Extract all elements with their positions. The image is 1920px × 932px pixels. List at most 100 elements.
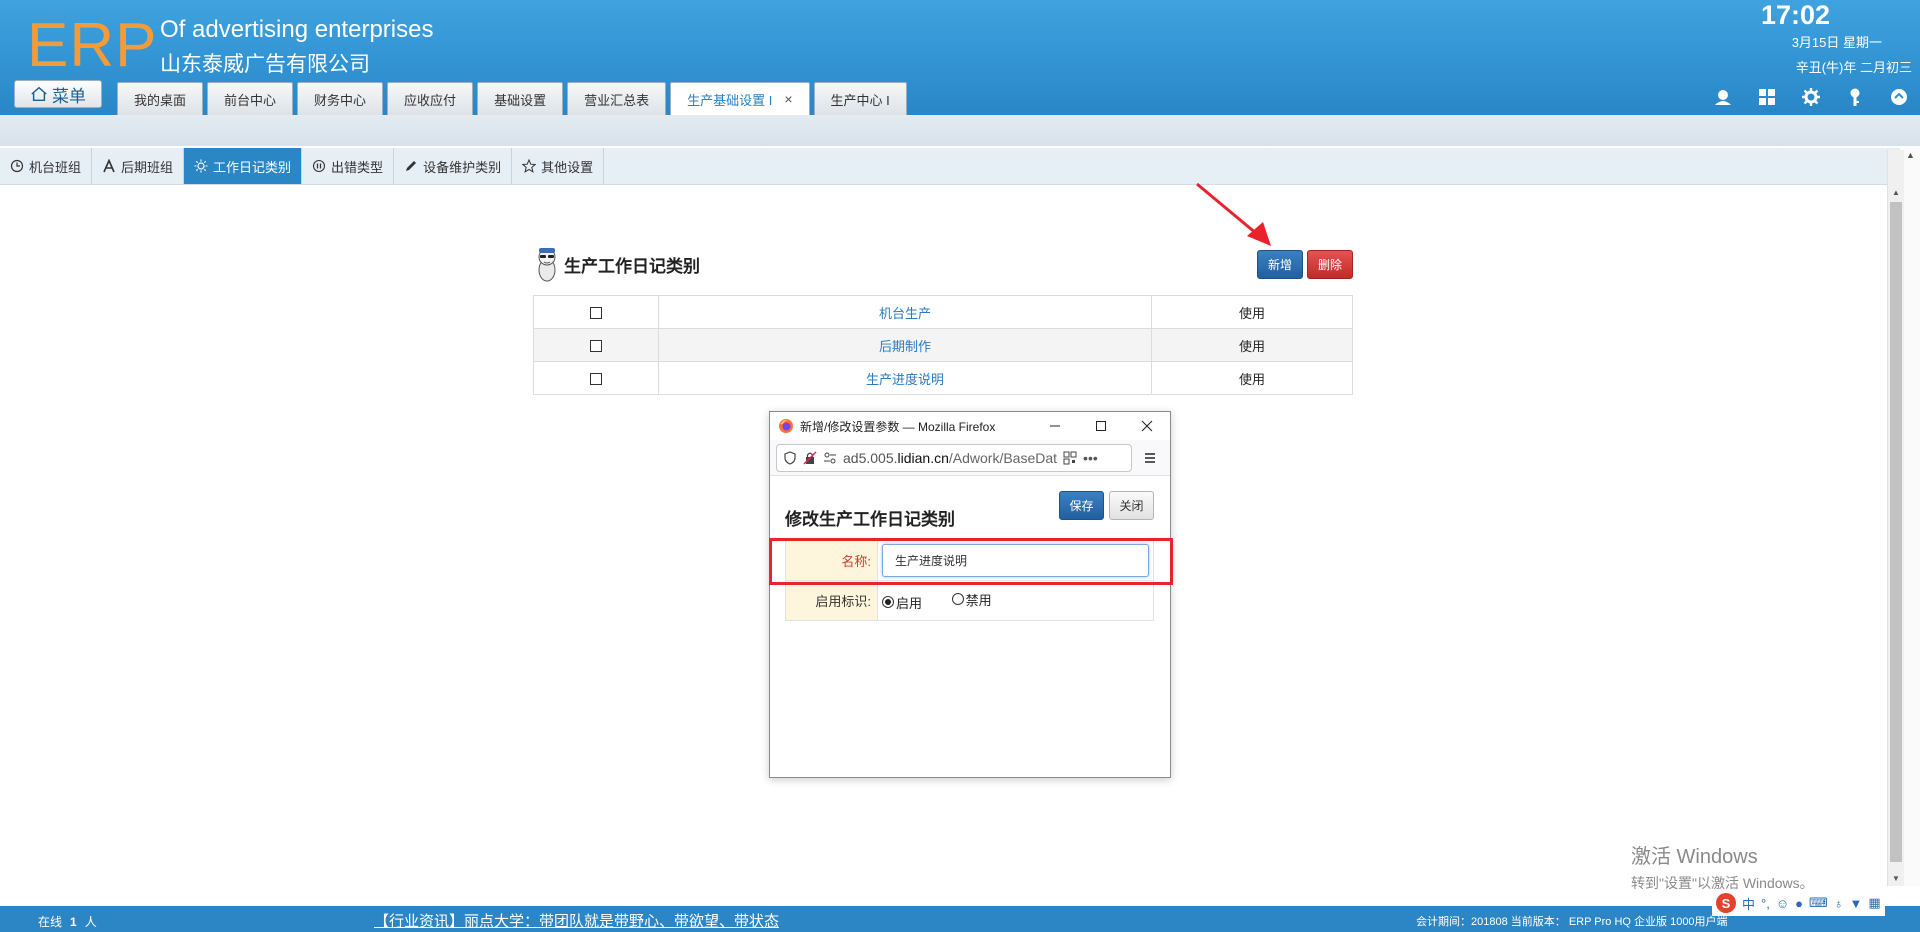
window-close-button[interactable] <box>1124 412 1170 440</box>
close-button[interactable]: 关闭 <box>1109 491 1154 520</box>
punctuation-icon[interactable]: °, <box>1761 896 1770 911</box>
url-field[interactable]: ad5.005.lidian.cn/Adwork/BaseDat ••• <box>776 443 1132 472</box>
subtab-work-diary-category[interactable]: 工作日记类别 <box>184 148 303 184</box>
tab-production-basic-settings[interactable]: 生产基础设置 I × <box>670 82 810 115</box>
row-select-cell <box>533 295 659 329</box>
tab-label: 生产基础设置 I <box>687 92 773 108</box>
popup-titlebar[interactable]: 新增/修改设置参数 — Mozilla Firefox <box>770 412 1170 440</box>
news-ticker-link[interactable]: 【行业资讯】丽点大学：带团队就是带野心、带欲望、带状态 <box>374 910 779 931</box>
maximize-button[interactable] <box>1078 412 1124 440</box>
minimize-button[interactable] <box>1032 412 1078 440</box>
delete-button[interactable]: 删除 <box>1307 250 1353 279</box>
subtab-post-groups[interactable]: 后期班组 <box>92 148 185 184</box>
windows-activation-watermark: 激活 Windows 转到"设置"以激活 Windows。 <box>1631 840 1814 893</box>
form-row-enabled: 启用标识: 启用 禁用 <box>785 580 1154 621</box>
home-icon <box>31 86 47 102</box>
tab-finance-center[interactable]: 财务中心 <box>297 82 384 115</box>
radio-disabled-dot <box>951 593 964 605</box>
scrollbar-thumb[interactable] <box>1890 202 1902 862</box>
table-row[interactable]: 后期制作 使用 <box>533 328 1353 362</box>
category-name[interactable]: 机台生产 <box>658 295 1152 329</box>
tab-label: 前台中心 <box>224 92 277 108</box>
sub-tabs: 机台班组 后期班组 工作日记类别 出错类型 设备维护类别 其他设置 <box>0 148 1900 185</box>
radio-enabled-dot <box>882 596 894 608</box>
url-domain: lidian.cn <box>897 449 949 466</box>
subtab-label: 工作日记类别 <box>213 159 292 175</box>
category-table: 机台生产 使用 后期制作 使用 生产进度说明 使用 <box>533 295 1353 395</box>
online-label: 在线 <box>38 915 63 929</box>
gear-icon[interactable] <box>1800 86 1822 108</box>
subtab-label: 其他设置 <box>541 159 594 175</box>
scroll-up-icon[interactable]: ▲ <box>1888 184 1904 200</box>
emoji-icon[interactable]: ☺ <box>1776 896 1789 911</box>
url-path: /Adwork/BaseDat <box>948 449 1058 466</box>
tab-close-icon[interactable]: × <box>784 91 792 107</box>
skin-icon[interactable]: ♁ <box>1834 896 1844 911</box>
lunar-date: 辛丑(牛)年 二月初三 <box>1795 60 1912 75</box>
url-prefix: ad5.005. <box>843 449 898 466</box>
ime-mode-toggle[interactable]: 中 <box>1742 894 1755 913</box>
tab-label: 财务中心 <box>314 92 367 108</box>
table-row[interactable]: 机台生产 使用 <box>533 295 1353 329</box>
shirt-icon[interactable]: ▼ <box>1849 896 1862 911</box>
tab-front-center[interactable]: 前台中心 <box>207 82 294 115</box>
dashboard-icon[interactable] <box>1756 86 1778 108</box>
subtab-label: 出错类型 <box>331 159 384 175</box>
main-menu-button[interactable]: 菜单 <box>14 80 102 108</box>
save-button[interactable]: 保存 <box>1059 491 1104 520</box>
red-arrow-annotation <box>1196 182 1271 246</box>
clock-date: 3月15日 星期一 <box>1791 35 1882 50</box>
radio-disabled[interactable]: 禁用 <box>951 590 992 609</box>
row-checkbox[interactable] <box>590 307 602 320</box>
tab-label: 营业汇总表 <box>584 92 650 108</box>
category-name[interactable]: 后期制作 <box>658 328 1152 362</box>
subtab-machine-groups[interactable]: 机台班组 <box>0 148 93 184</box>
insecure-lock-icon <box>803 450 817 465</box>
user-icon[interactable] <box>1712 86 1734 108</box>
subtab-other-settings[interactable]: 其他设置 <box>512 148 605 184</box>
tab-receivables[interactable]: 应收应付 <box>387 82 474 115</box>
row-checkbox[interactable] <box>590 373 602 386</box>
header-toolbar <box>1712 86 1910 108</box>
clock-icon <box>10 159 24 173</box>
module-tabs: 我的桌面 前台中心 财务中心 应收应付 基础设置 营业汇总表 生产基础设置 I ×… <box>117 82 907 115</box>
category-name[interactable]: 生产进度说明 <box>658 361 1152 395</box>
url-text: ad5.005.lidian.cn/Adwork/BaseDat <box>843 450 1057 466</box>
collapse-up-icon[interactable] <box>1888 86 1910 108</box>
grid-icon[interactable]: ▦ <box>1868 895 1880 911</box>
hamburger-menu-icon[interactable] <box>1136 444 1164 472</box>
enabled-label: 启用标识: <box>785 580 878 621</box>
outer-scrollbar[interactable]: ▲ <box>1904 150 1920 886</box>
add-button[interactable]: 新增 <box>1257 250 1303 279</box>
online-count: 1 <box>70 915 77 929</box>
tab-basic-settings[interactable]: 基础设置 <box>477 82 564 115</box>
scroll-down-icon[interactable]: ▼ <box>1888 870 1904 886</box>
sogou-ime-icon[interactable]: S <box>1716 893 1736 913</box>
radio-enabled[interactable]: 启用 <box>882 593 922 612</box>
page-title: 生产工作日记类别 <box>534 244 700 284</box>
subtab-equipment-maintenance[interactable]: 设备维护类别 <box>394 148 513 184</box>
key-icon[interactable] <box>1844 86 1866 108</box>
tab-business-summary[interactable]: 营业汇总表 <box>567 82 667 115</box>
qr-code-icon[interactable] <box>1063 451 1077 465</box>
tab-label: 基础设置 <box>494 92 547 108</box>
table-row[interactable]: 生产进度说明 使用 <box>533 361 1353 395</box>
keyboard-icon[interactable]: ⌨ <box>1809 895 1828 911</box>
star-icon <box>522 159 537 173</box>
sun-icon <box>194 159 208 173</box>
pencil-icon <box>406 161 417 171</box>
page-actions-icon[interactable]: ••• <box>1083 450 1098 466</box>
clock-time: 17:02 <box>1760 0 1830 30</box>
outer-scroll-up-icon[interactable]: ▲ <box>1906 150 1915 160</box>
status-bar: 在线 1 人 【行业资讯】丽点大学：带团队就是带野心、带欲望、带状态 会计期间：20… <box>0 906 1920 932</box>
enabled-field-cell: 启用 禁用 <box>877 580 1154 621</box>
tab-production-center[interactable]: 生产中心 I <box>813 82 907 115</box>
tab-my-desktop[interactable]: 我的桌面 <box>117 82 204 115</box>
top-header: ERP Of advertising enterprises 山东泰威广告有限公… <box>0 0 1920 115</box>
row-checkbox[interactable] <box>590 340 602 353</box>
subtab-error-types[interactable]: 出错类型 <box>302 148 395 184</box>
tab-label: 生产中心 I <box>830 92 890 108</box>
page-scrollbar[interactable]: ▲ ▼ <box>1887 150 1904 886</box>
tab-label: 应收应付 <box>404 92 457 108</box>
mic-icon[interactable]: ● <box>1795 896 1803 911</box>
